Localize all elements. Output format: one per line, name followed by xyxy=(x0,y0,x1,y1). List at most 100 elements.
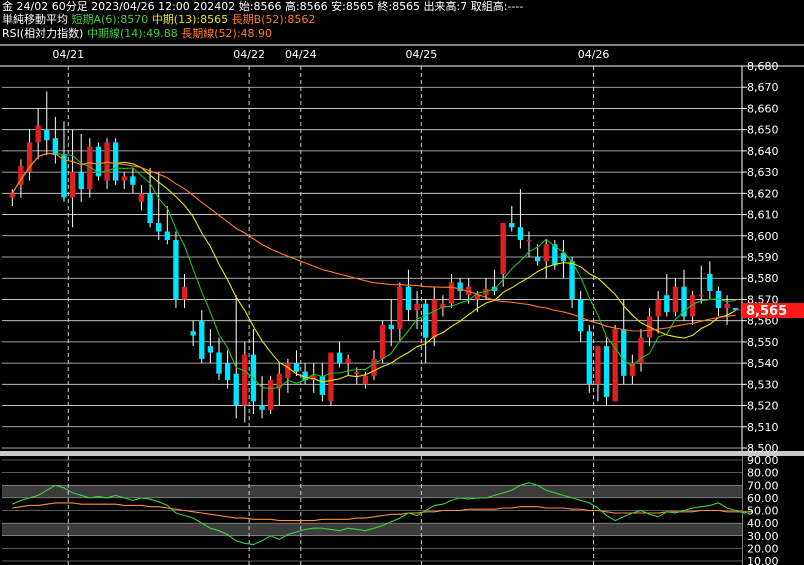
candle-body xyxy=(448,282,455,304)
candle-body xyxy=(319,375,325,395)
tick-label: 8,680 xyxy=(747,60,779,73)
ma-long-line xyxy=(11,152,736,332)
candle-body xyxy=(534,257,541,262)
candle-body xyxy=(569,261,575,300)
candle-body xyxy=(423,303,429,338)
candle-body xyxy=(362,375,369,385)
rsi-axis: 10.0020.0030.0040.0050.0060.0070.0080.00… xyxy=(747,454,779,565)
candle-body xyxy=(500,223,506,274)
candle-body xyxy=(672,286,679,313)
pane-divider xyxy=(0,451,804,456)
candle-body xyxy=(328,352,334,402)
candle-body xyxy=(138,193,145,202)
candle-body xyxy=(199,320,205,359)
rsi-tick-label: 70.00 xyxy=(747,479,779,492)
ma-mid-line xyxy=(11,152,736,383)
date-label: 04/25 xyxy=(406,48,438,61)
candle-body xyxy=(52,138,59,156)
candle-body xyxy=(190,331,196,336)
tick-label: 8,630 xyxy=(747,166,779,179)
candle-body xyxy=(207,346,214,353)
rsi-tick-label: 10.00 xyxy=(747,555,779,565)
last-price-tag: 8,565 xyxy=(735,303,804,319)
candle-body xyxy=(543,244,549,262)
candle-body xyxy=(35,125,41,143)
candle-body xyxy=(121,176,127,181)
tick-label: 8,520 xyxy=(747,400,779,413)
tick-label: 8,650 xyxy=(747,124,779,137)
tick-label: 8,670 xyxy=(747,81,779,94)
candle-body xyxy=(224,363,231,381)
rsi-tick-label: 20.00 xyxy=(747,542,779,555)
candle-body xyxy=(216,352,222,374)
rsi-tick-label: 80.00 xyxy=(747,467,779,480)
candle-body xyxy=(517,227,524,241)
rsi-tick-label: 30.00 xyxy=(747,530,779,543)
tick-label: 8,590 xyxy=(747,251,779,264)
candle-body xyxy=(336,352,343,364)
candle-body xyxy=(69,172,76,198)
candle-body xyxy=(414,303,420,311)
candle-body xyxy=(164,231,170,241)
tick-label: 8,620 xyxy=(747,187,779,200)
candle-body xyxy=(707,273,713,291)
tick-label: 8,640 xyxy=(747,145,779,158)
candle-body xyxy=(621,329,627,376)
candle-body xyxy=(603,346,610,398)
rsi-band xyxy=(2,523,742,536)
candle-body xyxy=(698,295,704,297)
date-label: 04/22 xyxy=(233,48,265,61)
tick-label: 8,610 xyxy=(747,209,779,222)
candle-body xyxy=(405,286,412,311)
tick-label: 8,510 xyxy=(747,421,779,434)
candle-body xyxy=(664,295,670,313)
candle-body xyxy=(242,354,248,406)
candle-body xyxy=(173,240,179,300)
candle-body xyxy=(595,346,601,385)
date-label: 04/21 xyxy=(52,48,84,61)
candle-body xyxy=(509,223,515,228)
tick-label: 8,540 xyxy=(747,357,779,370)
tick-label: 8,660 xyxy=(747,102,779,115)
candle-body xyxy=(259,405,265,410)
candle-body xyxy=(61,155,67,198)
price-chart[interactable]: 04/21 04/22 04/24 04/25 04/26 8,5008,5108,52… xyxy=(0,0,804,565)
candle-body xyxy=(431,299,437,338)
candle-body xyxy=(388,324,394,330)
candle-body xyxy=(371,358,377,376)
candle-body xyxy=(104,142,110,181)
candle-body xyxy=(285,363,291,378)
candle-body xyxy=(78,172,84,190)
price-axis: 8,5008,5108,5208,5308,5408,5508,5608,570… xyxy=(742,60,779,455)
candle-body xyxy=(379,324,386,359)
candle-body xyxy=(354,371,360,374)
rsi-tick-label: 90.00 xyxy=(747,454,779,467)
date-label: 04/26 xyxy=(578,48,610,61)
candle-body xyxy=(397,286,403,330)
candle-body xyxy=(147,193,153,224)
candle-body xyxy=(655,299,661,317)
candle-body xyxy=(44,129,50,141)
candle-body xyxy=(267,380,274,410)
candle-body xyxy=(578,299,584,332)
candle-body xyxy=(345,358,351,364)
candle-body xyxy=(474,295,481,300)
rsi-tick-label: 40.00 xyxy=(747,517,779,530)
rsi-grid xyxy=(0,456,742,565)
candle-body xyxy=(9,193,15,198)
candle-body xyxy=(181,286,188,300)
candle-body xyxy=(612,329,618,402)
tick-label: 8,530 xyxy=(747,378,779,391)
candle-body xyxy=(526,240,532,242)
date-label: 04/24 xyxy=(285,48,317,61)
candle-body xyxy=(586,331,592,385)
tick-label: 8,550 xyxy=(747,336,779,349)
tick-label: 8,580 xyxy=(747,272,779,285)
candle-body xyxy=(293,363,300,372)
rsi-tick-label: 60.00 xyxy=(747,492,779,505)
tick-label: 8,600 xyxy=(747,230,779,243)
candle-body xyxy=(233,373,239,406)
candle-body xyxy=(130,176,136,185)
candle-body xyxy=(112,142,119,181)
last-price-label: 8,565 xyxy=(746,304,787,319)
